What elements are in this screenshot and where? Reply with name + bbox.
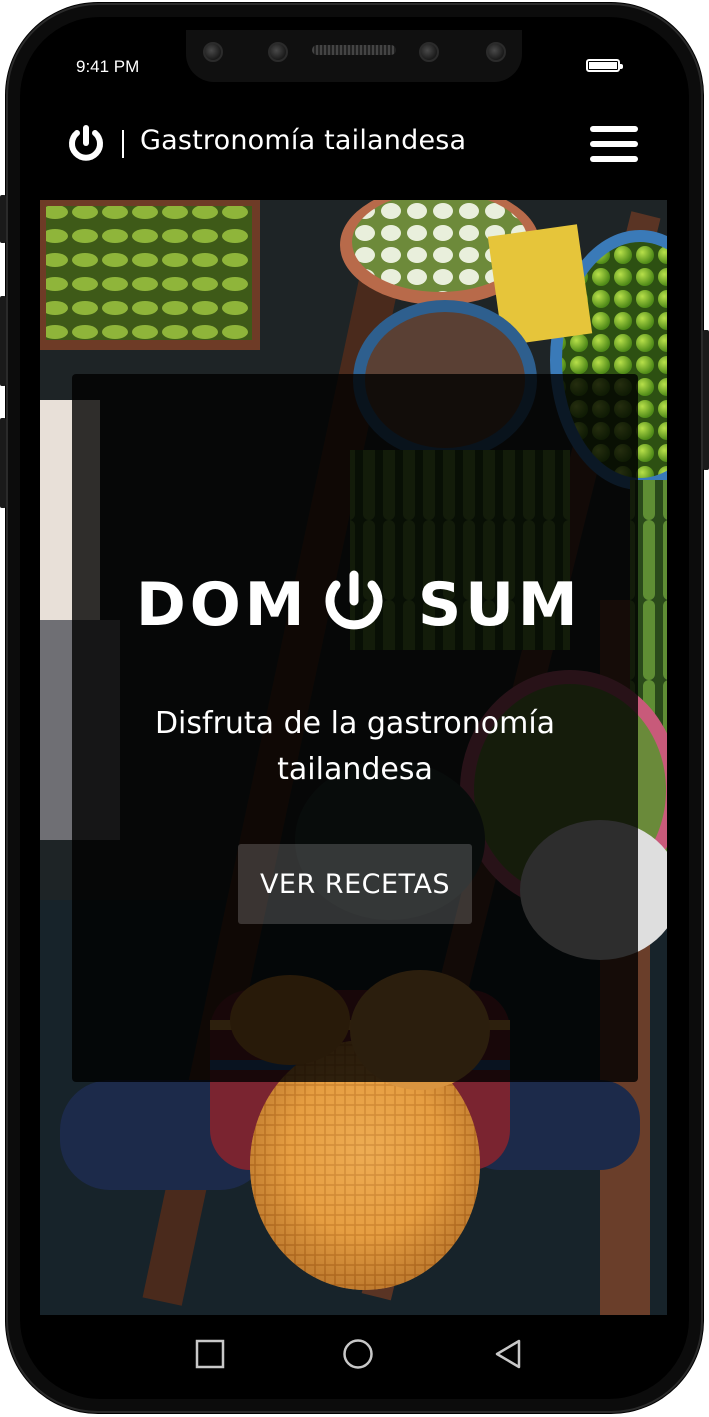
camera-icon — [419, 42, 439, 62]
phone-side-button — [0, 195, 6, 243]
hero-tagline: Disfruta de la gastronomía tailandesa — [154, 706, 556, 787]
phone-notch — [186, 30, 522, 82]
battery-icon — [586, 59, 623, 72]
status-time: 9:41 PM — [76, 57, 140, 76]
page-title: Gastronomía tailandesa — [140, 125, 467, 156]
camera-icon — [268, 42, 288, 62]
sensor-icon — [203, 42, 223, 62]
phone-side-button — [0, 296, 6, 386]
phone-side-button — [0, 418, 6, 508]
logo-text-left: DOM — [136, 570, 309, 633]
triangle-back-icon[interactable] — [492, 1338, 524, 1370]
circle-icon[interactable] — [342, 1338, 374, 1370]
header-separator — [122, 130, 124, 158]
square-icon[interactable] — [194, 1338, 226, 1370]
ver-recetas-button[interactable]: VER RECETAS — [238, 844, 472, 924]
logo-power-icon — [325, 570, 383, 630]
android-nav-bar — [40, 1318, 667, 1390]
phone-side-button — [703, 330, 709, 470]
app-header: Gastronomía tailandesa — [40, 110, 667, 180]
hamburger-menu-icon[interactable] — [590, 126, 638, 162]
hero-section: DOM SUM Disfruta de la gastronomía taila… — [40, 200, 667, 1315]
sensor-icon — [486, 42, 506, 62]
speaker-grille — [312, 45, 396, 55]
hero-card: DOM SUM Disfruta de la gastronomía taila… — [72, 374, 638, 1082]
dom-sum-logo: DOM SUM — [136, 570, 576, 633]
logo-text-right: SUM — [418, 570, 576, 633]
power-icon[interactable] — [68, 125, 104, 163]
